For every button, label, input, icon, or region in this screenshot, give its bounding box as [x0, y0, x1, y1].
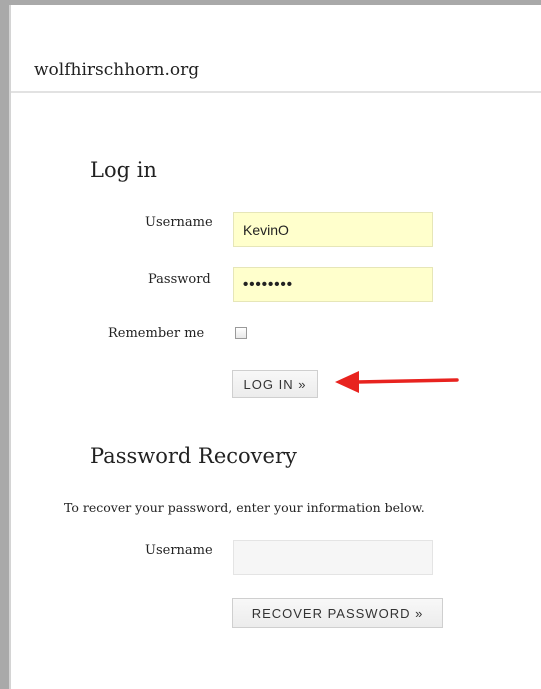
header-divider [11, 91, 541, 93]
username-value: KevinO [243, 221, 289, 238]
login-heading: Log in [90, 158, 157, 182]
recovery-heading: Password Recovery [90, 444, 297, 468]
login-button[interactable]: LOG IN » [232, 370, 318, 398]
window-top-border [0, 0, 541, 5]
remember-me-checkbox[interactable] [235, 327, 247, 339]
password-label: Password [148, 272, 211, 287]
site-title[interactable]: wolfhirschhorn.org [34, 60, 199, 80]
window-left-inner-border [9, 5, 11, 689]
window-left-border [0, 0, 9, 689]
recovery-username-input[interactable] [233, 540, 433, 575]
recover-password-button[interactable]: RECOVER PASSWORD » [232, 598, 443, 628]
username-label: Username [145, 215, 213, 230]
username-input[interactable]: KevinO [233, 212, 433, 247]
password-value: •••••••• [243, 276, 294, 293]
recovery-username-label: Username [145, 543, 213, 558]
red-arrow-left-icon [335, 371, 459, 393]
recovery-help-text: To recover your password, enter your inf… [64, 500, 425, 515]
remember-me-label: Remember me [108, 326, 205, 341]
password-input[interactable]: •••••••• [233, 267, 433, 302]
